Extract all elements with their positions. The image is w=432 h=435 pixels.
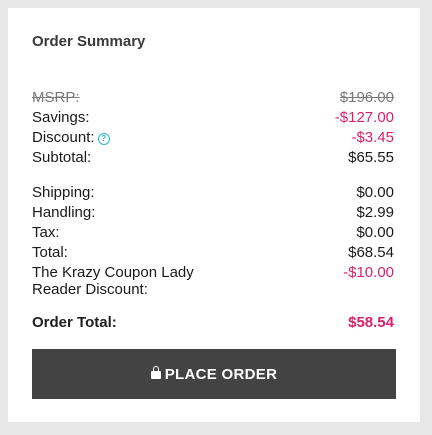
msrp-row: MSRP: $196.00 (32, 89, 394, 106)
reader-discount-value: -$10.00 (343, 264, 394, 281)
handling-label: Handling: (32, 204, 96, 221)
order-total-label: Order Total: (32, 314, 117, 331)
tax-label: Tax: (32, 224, 60, 241)
order-total-row: Order Total: $58.54 (32, 314, 394, 331)
discount-row: Discount:? -$3.45 (32, 129, 394, 146)
msrp-label: MSRP: (32, 89, 80, 106)
question-circle-icon[interactable]: ? (97, 133, 110, 145)
shipping-row: Shipping: $0.00 (32, 184, 394, 201)
total-value: $68.54 (348, 244, 394, 261)
tax-row: Tax: $0.00 (32, 224, 394, 241)
reader-discount-label: The Krazy Coupon Lady Reader Discount: (32, 264, 194, 298)
tax-value: $0.00 (356, 224, 394, 241)
reader-discount-row: The Krazy Coupon Lady Reader Discount: -… (32, 264, 394, 298)
shipping-label: Shipping: (32, 184, 95, 201)
savings-label: Savings: (32, 109, 90, 126)
lock-icon (150, 366, 161, 379)
subtotal-value: $65.55 (348, 149, 394, 166)
order-total-value: $58.54 (348, 314, 394, 331)
savings-row: Savings: -$127.00 (32, 109, 394, 126)
handling-row: Handling: $2.99 (32, 204, 394, 221)
place-order-button[interactable]: PLACE ORDER (32, 349, 396, 399)
order-summary-title: Order Summary (32, 33, 146, 50)
discount-value: -$3.45 (351, 129, 394, 146)
savings-value: -$127.00 (334, 109, 394, 126)
subtotal-row: Subtotal: $65.55 (32, 149, 394, 166)
shipping-value: $0.00 (356, 184, 394, 201)
msrp-value: $196.00 (339, 89, 394, 106)
total-row: Total: $68.54 (32, 244, 394, 261)
total-label: Total: (32, 244, 68, 261)
place-order-label: PLACE ORDER (164, 365, 278, 383)
subtotal-label: Subtotal: (32, 149, 92, 166)
order-summary-card: Order Summary MSRP: $196.00 Savings: -$1… (8, 8, 420, 422)
discount-label: Discount: (32, 129, 95, 146)
handling-value: $2.99 (356, 204, 394, 221)
reader-discount-label-line2: Reader Discount: (32, 281, 148, 298)
discount-label-group: Discount:? (32, 129, 110, 146)
reader-discount-label-line1: The Krazy Coupon Lady (32, 264, 194, 281)
